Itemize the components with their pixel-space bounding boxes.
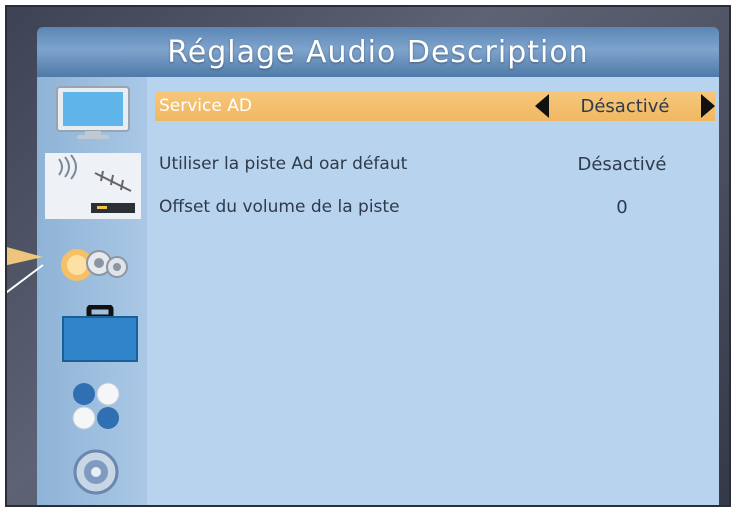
value-selector[interactable]: Désactivé [535, 94, 715, 118]
balls-icon[interactable] [71, 381, 121, 435]
tv-icon[interactable] [55, 85, 131, 145]
menu-header: Réglage Audio Description [37, 27, 719, 77]
setting-label: Service AD [159, 96, 252, 116]
setting-label: Utiliser la piste Ad oar défaut [159, 154, 408, 174]
arrow-left-icon[interactable] [535, 94, 549, 118]
gears-icon[interactable] [57, 241, 131, 293]
setting-label: Offset du volume de la piste [159, 197, 400, 217]
setting-row-service-ad[interactable]: Service AD Désactivé [155, 91, 715, 121]
setting-value: Désactivé [580, 95, 670, 117]
menu-frame: Réglage Audio Description Service AD Dés… [5, 5, 731, 507]
arrow-right-icon[interactable] [701, 94, 715, 118]
antenna-icon[interactable] [45, 153, 141, 223]
setting-value: 0 [616, 196, 628, 218]
setting-row-default-track[interactable]: Utiliser la piste Ad oar défaut Désactiv… [155, 149, 715, 179]
page-title: Réglage Audio Description [167, 34, 589, 70]
briefcase-icon[interactable] [61, 304, 139, 367]
disc-icon[interactable] [73, 449, 119, 499]
setting-row-volume-offset[interactable]: Offset du volume de la piste 0 [155, 192, 715, 222]
sidebar [37, 77, 147, 505]
settings-panel: Service AD Désactivé Utiliser la piste A… [147, 77, 719, 505]
setting-value: Désactivé [577, 153, 667, 175]
